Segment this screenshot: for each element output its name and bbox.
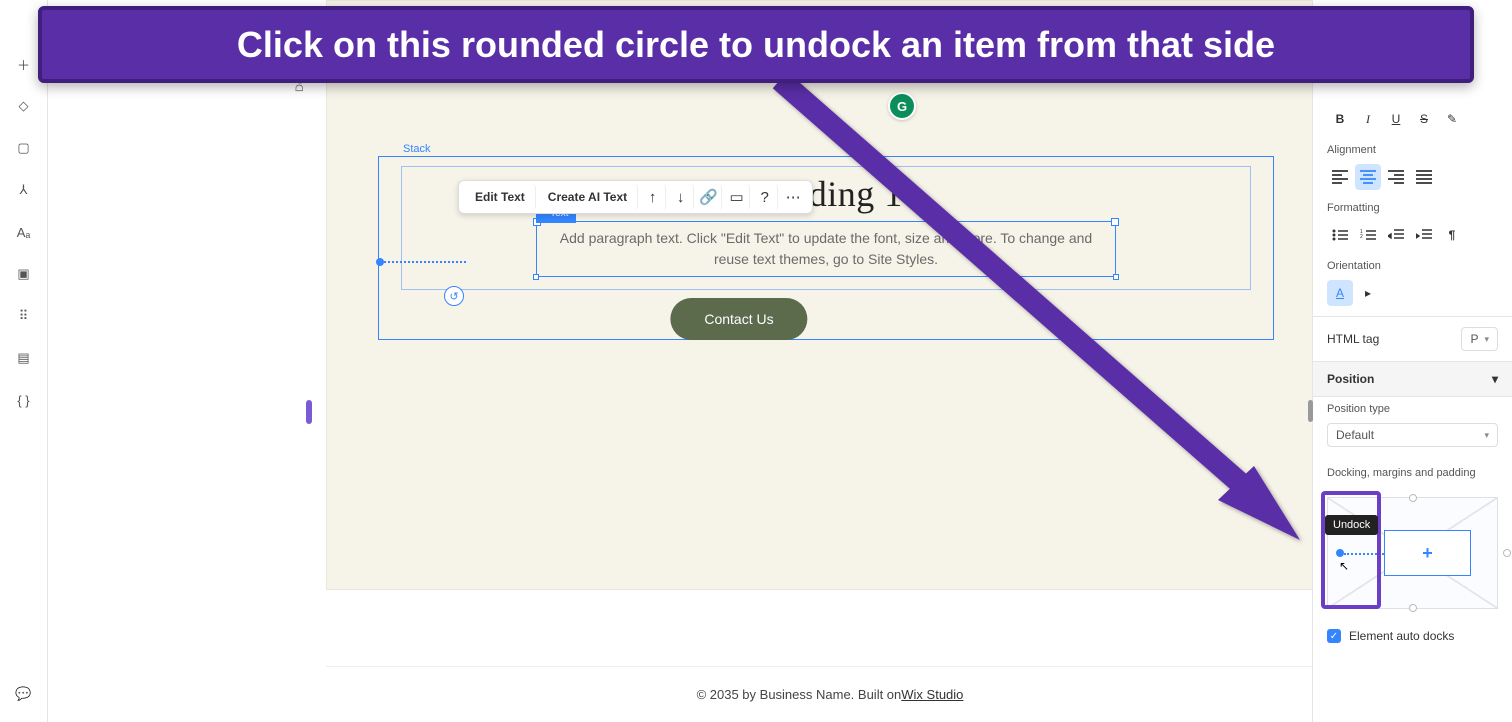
html-tag-row: HTML tag P▾ — [1313, 317, 1512, 361]
position-type-label: Position type — [1313, 397, 1512, 417]
panel-resize-handle[interactable] — [1308, 400, 1313, 422]
inspector-panel: B I U S ✎ Alignment Formatting 12 — [1312, 0, 1512, 722]
align-right-button[interactable] — [1383, 164, 1409, 190]
cursor-icon: ↖ — [1339, 559, 1349, 573]
formatting-label: Formatting — [1313, 196, 1512, 216]
docking-label: Docking, margins and padding — [1313, 461, 1512, 481]
orientation-vertical-button[interactable]: ▸ — [1355, 280, 1381, 306]
orientation-row: A ▸ — [1313, 274, 1512, 312]
auto-dock-label: Element auto docks — [1349, 629, 1454, 643]
footer-wix-link[interactable]: Wix Studio — [901, 687, 963, 702]
paragraph-text: Add paragraph text. Click "Edit Text" to… — [560, 230, 1092, 267]
comments-icon[interactable]: 💬 — [8, 678, 40, 710]
element-floating-toolbar: Edit Text Create AI Text ↑ ↓ 🔗 ▭ ? ⋯ — [458, 180, 813, 214]
more-icon[interactable]: ⋯ — [780, 184, 806, 210]
indent-button[interactable] — [1411, 222, 1437, 248]
position-type-select[interactable]: Default▾ — [1327, 423, 1498, 447]
docking-control: + Undock ↖ — [1327, 489, 1498, 617]
canvas[interactable]: Desktop (Prim Blooming B — [48, 0, 1312, 722]
page-icon[interactable]: ▢ — [8, 132, 40, 164]
reset-position-button[interactable]: ↺ — [444, 286, 464, 306]
alignment-row — [1313, 158, 1512, 196]
alignment-label: Alignment — [1313, 138, 1512, 158]
grammarly-icon[interactable]: G — [888, 92, 916, 120]
italic-button[interactable]: I — [1355, 106, 1381, 132]
text-direction-button[interactable]: ¶ — [1439, 222, 1465, 248]
site-footer: © 2035 by Business Name. Built on Wix St… — [326, 666, 1312, 722]
align-left-button[interactable] — [1327, 164, 1353, 190]
bold-button[interactable]: B — [1327, 106, 1353, 132]
underline-button[interactable]: U — [1383, 106, 1409, 132]
text-icon[interactable]: Aₐ — [8, 216, 40, 248]
align-center-button[interactable] — [1355, 164, 1381, 190]
dock-handle-top[interactable] — [1409, 494, 1417, 502]
create-ai-text-button[interactable]: Create AI Text — [538, 184, 638, 210]
animation-icon[interactable]: ▭ — [724, 184, 750, 210]
strike-button[interactable]: S — [1411, 106, 1437, 132]
move-up-icon[interactable]: ↑ — [640, 184, 666, 210]
move-down-icon[interactable]: ↓ — [668, 184, 694, 210]
number-list-button[interactable]: 12 — [1355, 222, 1381, 248]
code-icon[interactable]: { } — [8, 384, 40, 416]
dock-handle-bottom[interactable] — [1409, 604, 1417, 612]
link-icon[interactable]: 🔗 — [696, 184, 722, 210]
text-style-row: B I U S ✎ — [1313, 100, 1512, 138]
dock-handle-left[interactable] — [1336, 549, 1344, 557]
data-icon[interactable]: ▤ — [8, 342, 40, 374]
hero-contact-button[interactable]: Contact Us — [670, 298, 807, 340]
selected-paragraph[interactable]: • Text Add paragraph text. Click "Edit T… — [536, 221, 1116, 277]
chevron-down-icon: ▾ — [1492, 372, 1498, 386]
apps-icon[interactable]: ⠿ — [8, 300, 40, 332]
auto-dock-row[interactable]: ✓ Element auto docks — [1313, 621, 1512, 651]
ruler-handle[interactable] — [306, 400, 312, 424]
position-section-header[interactable]: Position ▾ — [1313, 361, 1512, 397]
formatting-row: 12 ¶ — [1313, 216, 1512, 254]
hero-contact-button-wrap: Contact Us — [670, 298, 807, 340]
svg-text:2: 2 — [1360, 234, 1363, 240]
canvas-dock-guide-left — [384, 261, 466, 263]
auto-dock-checkbox[interactable]: ✓ — [1327, 629, 1341, 643]
edit-style-icon[interactable]: ✎ — [1439, 106, 1465, 132]
help-icon[interactable]: ? — [752, 184, 778, 210]
orientation-label: Orientation — [1313, 254, 1512, 274]
footer-text: © 2035 by Business Name. Built on — [697, 687, 902, 702]
docking-inner-box[interactable]: + — [1384, 530, 1471, 576]
align-justify-button[interactable] — [1411, 164, 1437, 190]
left-tool-rail: ＋ ◇ ▢ ⅄ Aₐ ▣ ⠿ ▤ { } 💬 — [0, 0, 48, 722]
dock-handle-right[interactable] — [1503, 549, 1511, 557]
add-icon[interactable]: ＋ — [8, 48, 40, 80]
layers-icon[interactable]: ◇ — [8, 90, 40, 122]
orientation-horizontal-button[interactable]: A — [1327, 280, 1353, 306]
outdent-button[interactable] — [1383, 222, 1409, 248]
html-tag-label: HTML tag — [1327, 332, 1379, 346]
edit-text-button[interactable]: Edit Text — [465, 184, 536, 210]
stack-label[interactable]: Stack — [403, 143, 431, 155]
docking-outer-box[interactable]: + — [1327, 497, 1498, 609]
tutorial-banner: Click on this rounded circle to undock a… — [38, 6, 1474, 83]
canvas-dock-handle-left[interactable] — [376, 258, 384, 266]
dock-guide-left — [1344, 553, 1384, 555]
html-tag-select[interactable]: P▾ — [1461, 327, 1498, 351]
image-icon[interactable]: ▣ — [8, 258, 40, 290]
plus-icon[interactable]: + — [1422, 543, 1433, 564]
workflow-icon[interactable]: ⅄ — [8, 174, 40, 206]
undock-tooltip: Undock — [1325, 515, 1378, 535]
bullet-list-button[interactable] — [1327, 222, 1353, 248]
